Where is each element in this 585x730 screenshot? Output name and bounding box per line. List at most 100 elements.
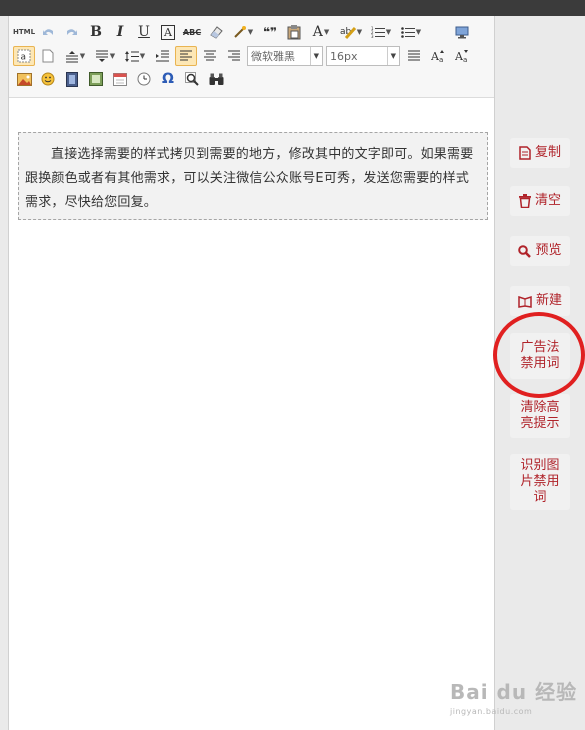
preview-button[interactable]: 预览 — [510, 236, 570, 266]
find-button[interactable] — [205, 69, 227, 89]
line-height-button[interactable]: ▼ — [121, 46, 149, 66]
font-color-label: A — [312, 24, 323, 40]
book-icon — [518, 295, 532, 308]
font-size-value: 16px — [330, 49, 358, 63]
film-icon — [66, 71, 78, 87]
fullscreen-button[interactable] — [451, 22, 473, 42]
chevron-down-icon: ▼ — [386, 47, 396, 65]
font-case-up-icon: Aa — [431, 50, 444, 63]
magnifier-icon — [518, 244, 532, 258]
emotion-button[interactable] — [37, 69, 59, 89]
underline-button[interactable]: U — [133, 22, 155, 42]
font-border-button[interactable]: A — [157, 22, 179, 42]
calendar-icon — [113, 73, 127, 86]
clear-button[interactable]: 清空 — [510, 186, 570, 216]
uppercase-button[interactable]: Aa — [427, 46, 449, 66]
align-right-icon — [228, 50, 240, 61]
chevron-down-icon: ▼ — [323, 28, 330, 36]
preview-label: 预览 — [535, 243, 562, 258]
font-size-select[interactable]: 16px ▼ — [326, 46, 400, 66]
row-spacing-bottom-button[interactable]: ▼ — [91, 46, 119, 66]
paste-plain-button[interactable] — [283, 22, 305, 42]
copy-button[interactable]: 复制 — [510, 138, 570, 168]
clock-icon — [137, 72, 151, 86]
clear-highlight-button[interactable]: 清除高 亮提示 — [510, 394, 570, 438]
search-icon — [185, 72, 199, 86]
undo-icon — [43, 29, 53, 35]
styled-content-block[interactable]: 直接选择需要的样式拷贝到需要的地方，修改其中的文字即可。如果需要跟换颜色或者有其… — [18, 132, 488, 220]
toolbar-row-2: a ▼ ▼ ▼ 微软雅黑 ▼ 16px ▼ Aa Aa — [13, 45, 475, 67]
align-right-button[interactable] — [223, 46, 245, 66]
insert-image-button[interactable] — [13, 69, 35, 89]
annotation-circle — [493, 312, 585, 398]
svg-text:a: a — [21, 53, 27, 63]
html-source-button[interactable]: HTML — [13, 22, 35, 42]
chevron-down-icon: ▼ — [139, 52, 146, 60]
align-left-button[interactable] — [175, 46, 197, 66]
binoculars-icon — [209, 73, 223, 85]
insert-time-button[interactable] — [133, 69, 155, 89]
blockquote-button[interactable]: ❝❞ — [259, 22, 281, 42]
clear-highlight-label: 清除高 亮提示 — [520, 400, 560, 431]
align-center-icon — [204, 50, 216, 61]
highlight-color-button[interactable]: ab ▼ — [337, 22, 365, 42]
document-icon — [519, 146, 531, 160]
omega-icon: Ω — [162, 71, 174, 87]
search-replace-button[interactable] — [181, 69, 203, 89]
editor-toolbar: HTML B I U A ABC ▼ ❝❞ A ▼ ab ▼ 1 2 3 ▼ ▼ a ▼ … — [9, 16, 494, 98]
row-spacing-top-button[interactable]: ▼ — [61, 46, 89, 66]
align-center-button[interactable] — [199, 46, 221, 66]
format-brush-button[interactable]: ▼ — [229, 22, 257, 42]
chevron-down-icon: ▼ — [109, 52, 116, 60]
clear-label: 清空 — [534, 193, 561, 208]
underline-label: U — [138, 24, 150, 40]
chevron-down-icon: ▼ — [415, 28, 422, 36]
smiley-icon — [41, 72, 55, 86]
new-page-button[interactable] — [37, 46, 59, 66]
bold-button[interactable]: B — [85, 22, 107, 42]
new-label: 新建 — [535, 293, 562, 308]
special-chars-button[interactable]: Ω — [157, 69, 179, 89]
ordered-list-button[interactable]: 1 2 3 ▼ — [367, 22, 395, 42]
justify-button[interactable] — [403, 46, 425, 66]
select-all-button[interactable]: a — [13, 46, 35, 66]
highlighter-icon: ab — [340, 26, 356, 39]
content-paragraph: 直接选择需要的样式拷贝到需要的地方，修改其中的文字即可。如果需要跟换颜色或者有其… — [25, 147, 474, 210]
redo-button[interactable] — [61, 22, 83, 42]
eraser-button[interactable] — [205, 22, 227, 42]
font-case-down-icon: Aa — [455, 50, 468, 63]
redo-icon — [67, 29, 77, 35]
insert-frame-button[interactable] — [85, 69, 107, 89]
strikethrough-button[interactable]: ABC — [181, 22, 203, 42]
bold-label: B — [90, 24, 102, 40]
font-color-button[interactable]: A ▼ — [307, 22, 335, 42]
quote-label: ❝❞ — [262, 25, 278, 39]
font-family-value: 微软雅黑 — [251, 50, 295, 63]
html-label: HTML — [12, 28, 36, 36]
spacing-top-icon — [65, 50, 78, 62]
toolbar-row-1: HTML B I U A ABC ▼ ❝❞ A ▼ ab ▼ 1 2 3 ▼ ▼ — [13, 21, 475, 43]
font-family-select[interactable]: 微软雅黑 ▼ — [247, 46, 323, 66]
chevron-down-icon: ▼ — [79, 52, 86, 60]
svg-text:a: a — [439, 56, 443, 63]
baidu-watermark: Bai du 经验 jingyan.baidu.com — [450, 676, 580, 720]
select-all-icon: a — [17, 49, 31, 63]
watermark-brand: Bai du 经验 — [450, 680, 578, 704]
image-words-button[interactable]: 识别图 片禁用 词 — [510, 454, 570, 510]
watermark-url: jingyan.baidu.com — [450, 707, 533, 716]
top-bar — [0, 0, 585, 16]
eraser-icon — [210, 26, 223, 39]
italic-label: I — [116, 24, 124, 40]
insert-date-button[interactable] — [109, 69, 131, 89]
svg-text:a: a — [463, 56, 467, 63]
lowercase-button[interactable]: Aa — [451, 46, 473, 66]
align-left-icon — [180, 50, 192, 61]
indent-button[interactable] — [151, 46, 173, 66]
italic-button[interactable]: I — [109, 22, 131, 42]
blank-page-icon — [42, 49, 54, 63]
spacing-bottom-icon — [95, 50, 108, 62]
undo-button[interactable] — [37, 22, 59, 42]
image-words-label: 识别图 片禁用 词 — [520, 458, 560, 505]
unordered-list-button[interactable]: ▼ — [397, 22, 425, 42]
insert-video-button[interactable] — [61, 69, 83, 89]
